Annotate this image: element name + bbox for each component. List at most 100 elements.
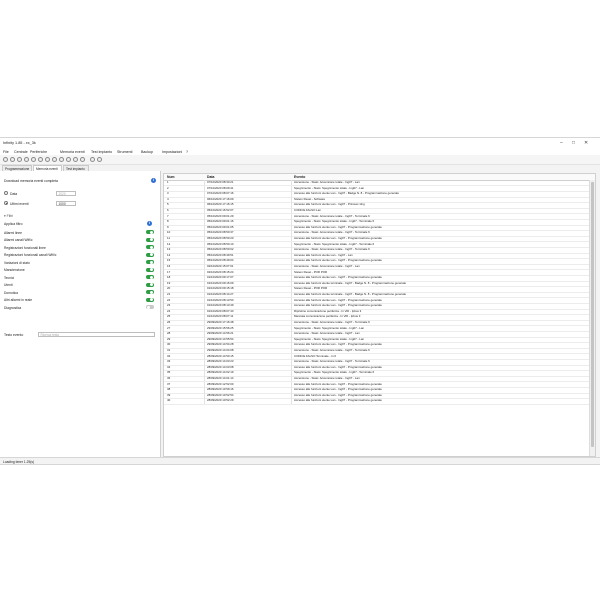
cell-date: 28/09/2020 14:01:14 (207, 376, 234, 380)
cell-num: 2 (167, 185, 169, 190)
toolbar-disconnect-icon[interactable] (10, 157, 15, 162)
vertical-scrollbar[interactable] (589, 180, 595, 456)
cell-event: Accesso alle funzioni utente terminale -… (294, 292, 406, 296)
cell-date: 05/10/2020 08:50:20 (207, 236, 234, 240)
filter-toggle[interactable] (146, 260, 154, 265)
filter-row: Utenti (4, 282, 154, 288)
filter-row: Manutenzione (4, 267, 154, 273)
column-separator (291, 269, 292, 275)
cell-num: 14 (167, 252, 171, 257)
menu-item[interactable]: Backup (141, 150, 153, 154)
filter-toggle[interactable] (146, 275, 154, 280)
menu-item[interactable]: Test impianto (91, 150, 112, 154)
column-separator (204, 224, 205, 231)
filter-toggle[interactable] (146, 230, 154, 235)
filter-toggle[interactable] (146, 305, 154, 310)
radio-last-events-label: Ultimi eventi (10, 201, 29, 206)
cell-event: Accesso alle funzioni utente Lan - Ing07… (294, 392, 382, 397)
cell-num: 18 (167, 275, 171, 280)
cell-event: Accesso alle funzioni utente terminale -… (294, 280, 406, 285)
menu-item[interactable]: Centrale (14, 150, 28, 154)
cell-date: 28/09/2020 14:02:19 (207, 370, 234, 375)
toolbar-users-icon[interactable] (80, 157, 85, 162)
filters-info-icon[interactable]: i (147, 220, 152, 226)
column-separator (291, 252, 292, 259)
column-separator (204, 202, 205, 208)
cell-event: Accensione - Stato: Accensione totale - … (294, 264, 360, 268)
column-separator (204, 258, 205, 264)
cell-date: 29/09/2020 14:56:21 (207, 331, 234, 336)
toolbar-write-icon[interactable] (24, 157, 29, 162)
toolbar-print-icon[interactable] (45, 157, 50, 162)
menu-item[interactable]: File (3, 150, 9, 154)
toolbar-stop-icon[interactable] (59, 157, 64, 162)
tab-strip: Programmazione Memoria eventi Test impia… (0, 164, 600, 171)
filter-toggle[interactable] (146, 290, 154, 295)
toolbar-save-icon[interactable] (38, 157, 43, 162)
filter-toggle[interactable] (146, 252, 154, 257)
cell-event: Spegnimento - Stato: Spegnimento totale … (294, 185, 365, 190)
close-icon[interactable]: ✕ (584, 140, 588, 146)
toolbar-info-icon[interactable] (73, 157, 78, 162)
maximize-icon[interactable]: □ (572, 140, 575, 146)
header-evento[interactable]: Evento (294, 175, 305, 179)
toolbar-help-icon[interactable] (90, 157, 95, 162)
column-separator (204, 241, 205, 247)
cell-event: Accesso alle funzioni utente Lan - Ing07… (294, 387, 382, 392)
toolbar-read-icon[interactable] (17, 157, 22, 162)
menu-item[interactable]: ? (186, 150, 188, 154)
date-input[interactable]: 2020 (56, 190, 76, 196)
title-bar: Infinity 1.85 - xx_3k – □ ✕ (0, 138, 600, 148)
scrollbar-thumb[interactable] (591, 182, 594, 447)
minimize-icon[interactable]: – (560, 140, 563, 146)
cell-date: 28/09/2020 14:50:15 (207, 353, 234, 358)
cell-num: 22 (167, 297, 171, 302)
cell-event: Spegnimento - Stato: Spegnimento totale … (294, 325, 365, 330)
toolbar-open-icon[interactable] (31, 157, 36, 162)
column-separator (204, 230, 205, 236)
column-separator (291, 387, 292, 393)
search-input[interactable]: Ricerca testo (38, 332, 155, 337)
filter-toggle[interactable] (146, 297, 154, 302)
filter-toggle[interactable] (146, 237, 154, 242)
radio-date[interactable] (4, 191, 8, 195)
header-num[interactable]: Num (167, 175, 175, 179)
cell-event: Accesso alle funzioni utente Lan - Ing07… (294, 381, 382, 386)
table-row[interactable]: 40 28/09/2020 10:52:29 Accesso alle funzio… (164, 398, 590, 405)
cell-event: Accensione - Stato: Accensione totale - … (294, 247, 370, 252)
cell-date: 01/10/2020 09:16:09 (207, 280, 234, 285)
cell-date: 01/10/2020 09:15:18 (207, 286, 234, 291)
menu-item[interactable]: Strumenti (117, 150, 132, 154)
filter-toggle[interactable] (146, 245, 154, 250)
column-separator (204, 342, 205, 348)
info-icon[interactable]: i (151, 178, 156, 183)
menu-item[interactable]: Periferiche (30, 150, 47, 154)
search-label: Testo evento (4, 333, 24, 337)
column-separator (204, 264, 205, 270)
menu-item[interactable]: Memoria eventi (60, 150, 85, 154)
toolbar-exit-icon[interactable] (97, 157, 102, 162)
column-separator (204, 280, 205, 287)
filter-group-toggle[interactable]: ▾ Filtri (4, 214, 13, 218)
event-count-input[interactable]: 1000 (56, 200, 76, 206)
cell-date: 02/10/2020 08:15:24 (207, 269, 234, 274)
toolbar-settings-icon[interactable] (66, 157, 71, 162)
cell-date: 01/10/2020 09:17:07 (207, 275, 234, 280)
cell-event: Sistem Reset - POR POR (294, 286, 328, 291)
filter-toggle[interactable] (146, 267, 154, 272)
radio-last-events[interactable] (4, 201, 8, 205)
toolbar-connect-icon[interactable] (3, 157, 8, 162)
menu-item[interactable]: Impostazioni (162, 150, 182, 154)
cell-num: 5 (167, 202, 169, 207)
column-separator (204, 213, 205, 219)
column-separator (204, 236, 205, 242)
column-separator (291, 280, 292, 287)
cell-date: 01/10/2020 08:13:53 (207, 297, 234, 302)
cell-event: Accesso alle funzioni utente Lan - Ing07… (294, 364, 382, 369)
header-data[interactable]: Data (207, 175, 214, 179)
toolbar-refresh-icon[interactable] (52, 157, 57, 162)
cell-num: 20 (167, 286, 171, 291)
cell-event: Spegnimento - Stato: Spegnimento totale … (294, 219, 375, 224)
filter-toggle[interactable] (146, 282, 154, 287)
column-separator (291, 336, 292, 343)
